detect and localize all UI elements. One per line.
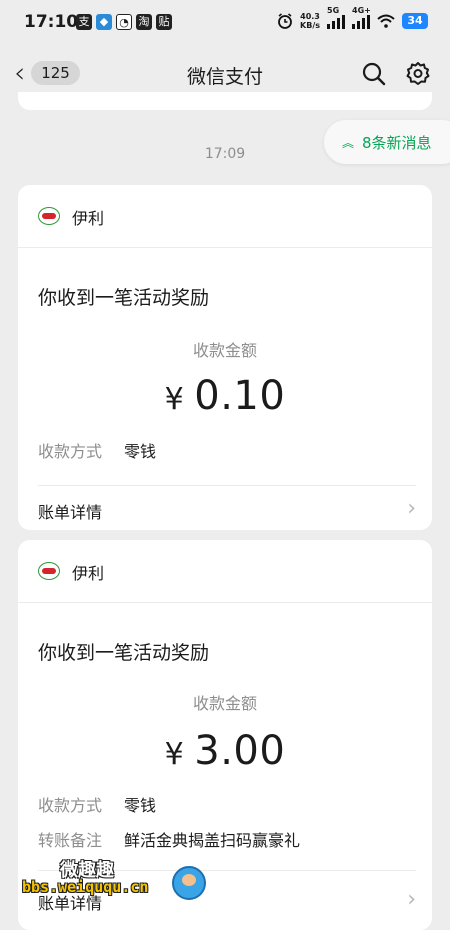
- signal-4g: 4G+: [352, 6, 371, 29]
- search-icon[interactable]: [360, 60, 388, 88]
- label-5g: 5G: [327, 5, 340, 15]
- detail-row: 收款方式 零钱: [38, 792, 156, 816]
- row-label: 收款方式: [38, 442, 103, 461]
- network-speed-unit: KB/s: [300, 21, 320, 30]
- row-value: 鲜活金典揭盖扫码赢豪礼: [124, 831, 301, 850]
- alarm-icon: [278, 13, 292, 29]
- bill-details-link[interactable]: 账单详情 ›: [38, 496, 416, 523]
- signal-5g-bars-icon: [327, 14, 345, 29]
- label-4g: 4G+: [352, 5, 371, 15]
- row-value: 零钱: [124, 796, 157, 815]
- detail-row: 转账备注 鲜活金典揭盖扫码赢豪礼: [38, 827, 300, 851]
- brand-name: 伊利: [72, 209, 105, 228]
- battery-icon: 34: [402, 13, 428, 29]
- new-messages-label: 8条新消息: [362, 133, 432, 152]
- site-watermark: 微趣趣 bbs.weiququ.cn: [22, 856, 222, 906]
- mascot-icon: [172, 866, 206, 900]
- watermark-url: bbs.weiququ.cn: [22, 878, 149, 896]
- app-diamond-icon: ◆: [96, 14, 112, 30]
- amount-label: 收款金额: [192, 341, 257, 360]
- previous-message-card-edge: [18, 92, 432, 110]
- row-label: 转账备注: [38, 831, 103, 850]
- card-headline: 你收到一笔活动奖励: [38, 287, 210, 309]
- amount-label: 收款金额: [192, 694, 257, 713]
- signal-5g: 5G: [327, 6, 345, 29]
- gear-icon[interactable]: [404, 60, 432, 88]
- amount-value: ¥0.10: [18, 373, 432, 419]
- new-messages-button[interactable]: ︽ 8条新消息: [324, 120, 450, 164]
- row-label: 收款方式: [38, 796, 103, 815]
- amount-number: 0.10: [194, 373, 286, 419]
- clock-app-icon: ◔: [116, 14, 132, 30]
- yili-logo-icon: [38, 562, 60, 580]
- status-indicators: 40.3 KB/s 5G 4G+ 34: [277, 6, 428, 30]
- yili-logo-icon: [38, 207, 60, 225]
- taobao-icon: 淘: [136, 14, 152, 30]
- card-header: 伊利: [18, 185, 432, 248]
- status-app-icons: 支 ◆ ◔ 淘 贴: [76, 14, 172, 30]
- status-time: 17:10: [24, 12, 79, 32]
- brand-name: 伊利: [72, 564, 105, 583]
- detail-row: 收款方式 零钱: [38, 438, 156, 462]
- tieba-icon: 贴: [156, 14, 172, 30]
- alipay-icon: 支: [76, 14, 92, 30]
- signal-4g-bars-icon: [352, 14, 370, 29]
- row-value: 零钱: [124, 442, 157, 461]
- bill-details-label: 账单详情: [38, 503, 103, 522]
- double-chevron-up-icon: ︽: [342, 135, 355, 150]
- status-bar: 17:10 支 ◆ ◔ 淘 贴 40.3 KB/s 5G 4G+ 34: [0, 0, 450, 46]
- chevron-right-icon: ›: [407, 496, 416, 521]
- chevron-right-icon: ›: [407, 887, 416, 912]
- currency-symbol: ¥: [164, 382, 185, 417]
- currency-symbol: ¥: [164, 737, 185, 772]
- reward-message-card[interactable]: 伊利 你收到一笔活动奖励 收款金额 ¥0.10 收款方式 零钱 账单详情 ›: [18, 185, 432, 530]
- network-speed-value: 40.3: [300, 12, 320, 21]
- divider: [38, 485, 416, 486]
- wifi-icon: [377, 14, 395, 28]
- amount-number: 3.00: [194, 728, 286, 774]
- amount-value: ¥3.00: [18, 728, 432, 774]
- card-headline: 你收到一笔活动奖励: [38, 642, 210, 664]
- network-speed: 40.3 KB/s: [300, 12, 320, 30]
- card-header: 伊利: [18, 540, 432, 603]
